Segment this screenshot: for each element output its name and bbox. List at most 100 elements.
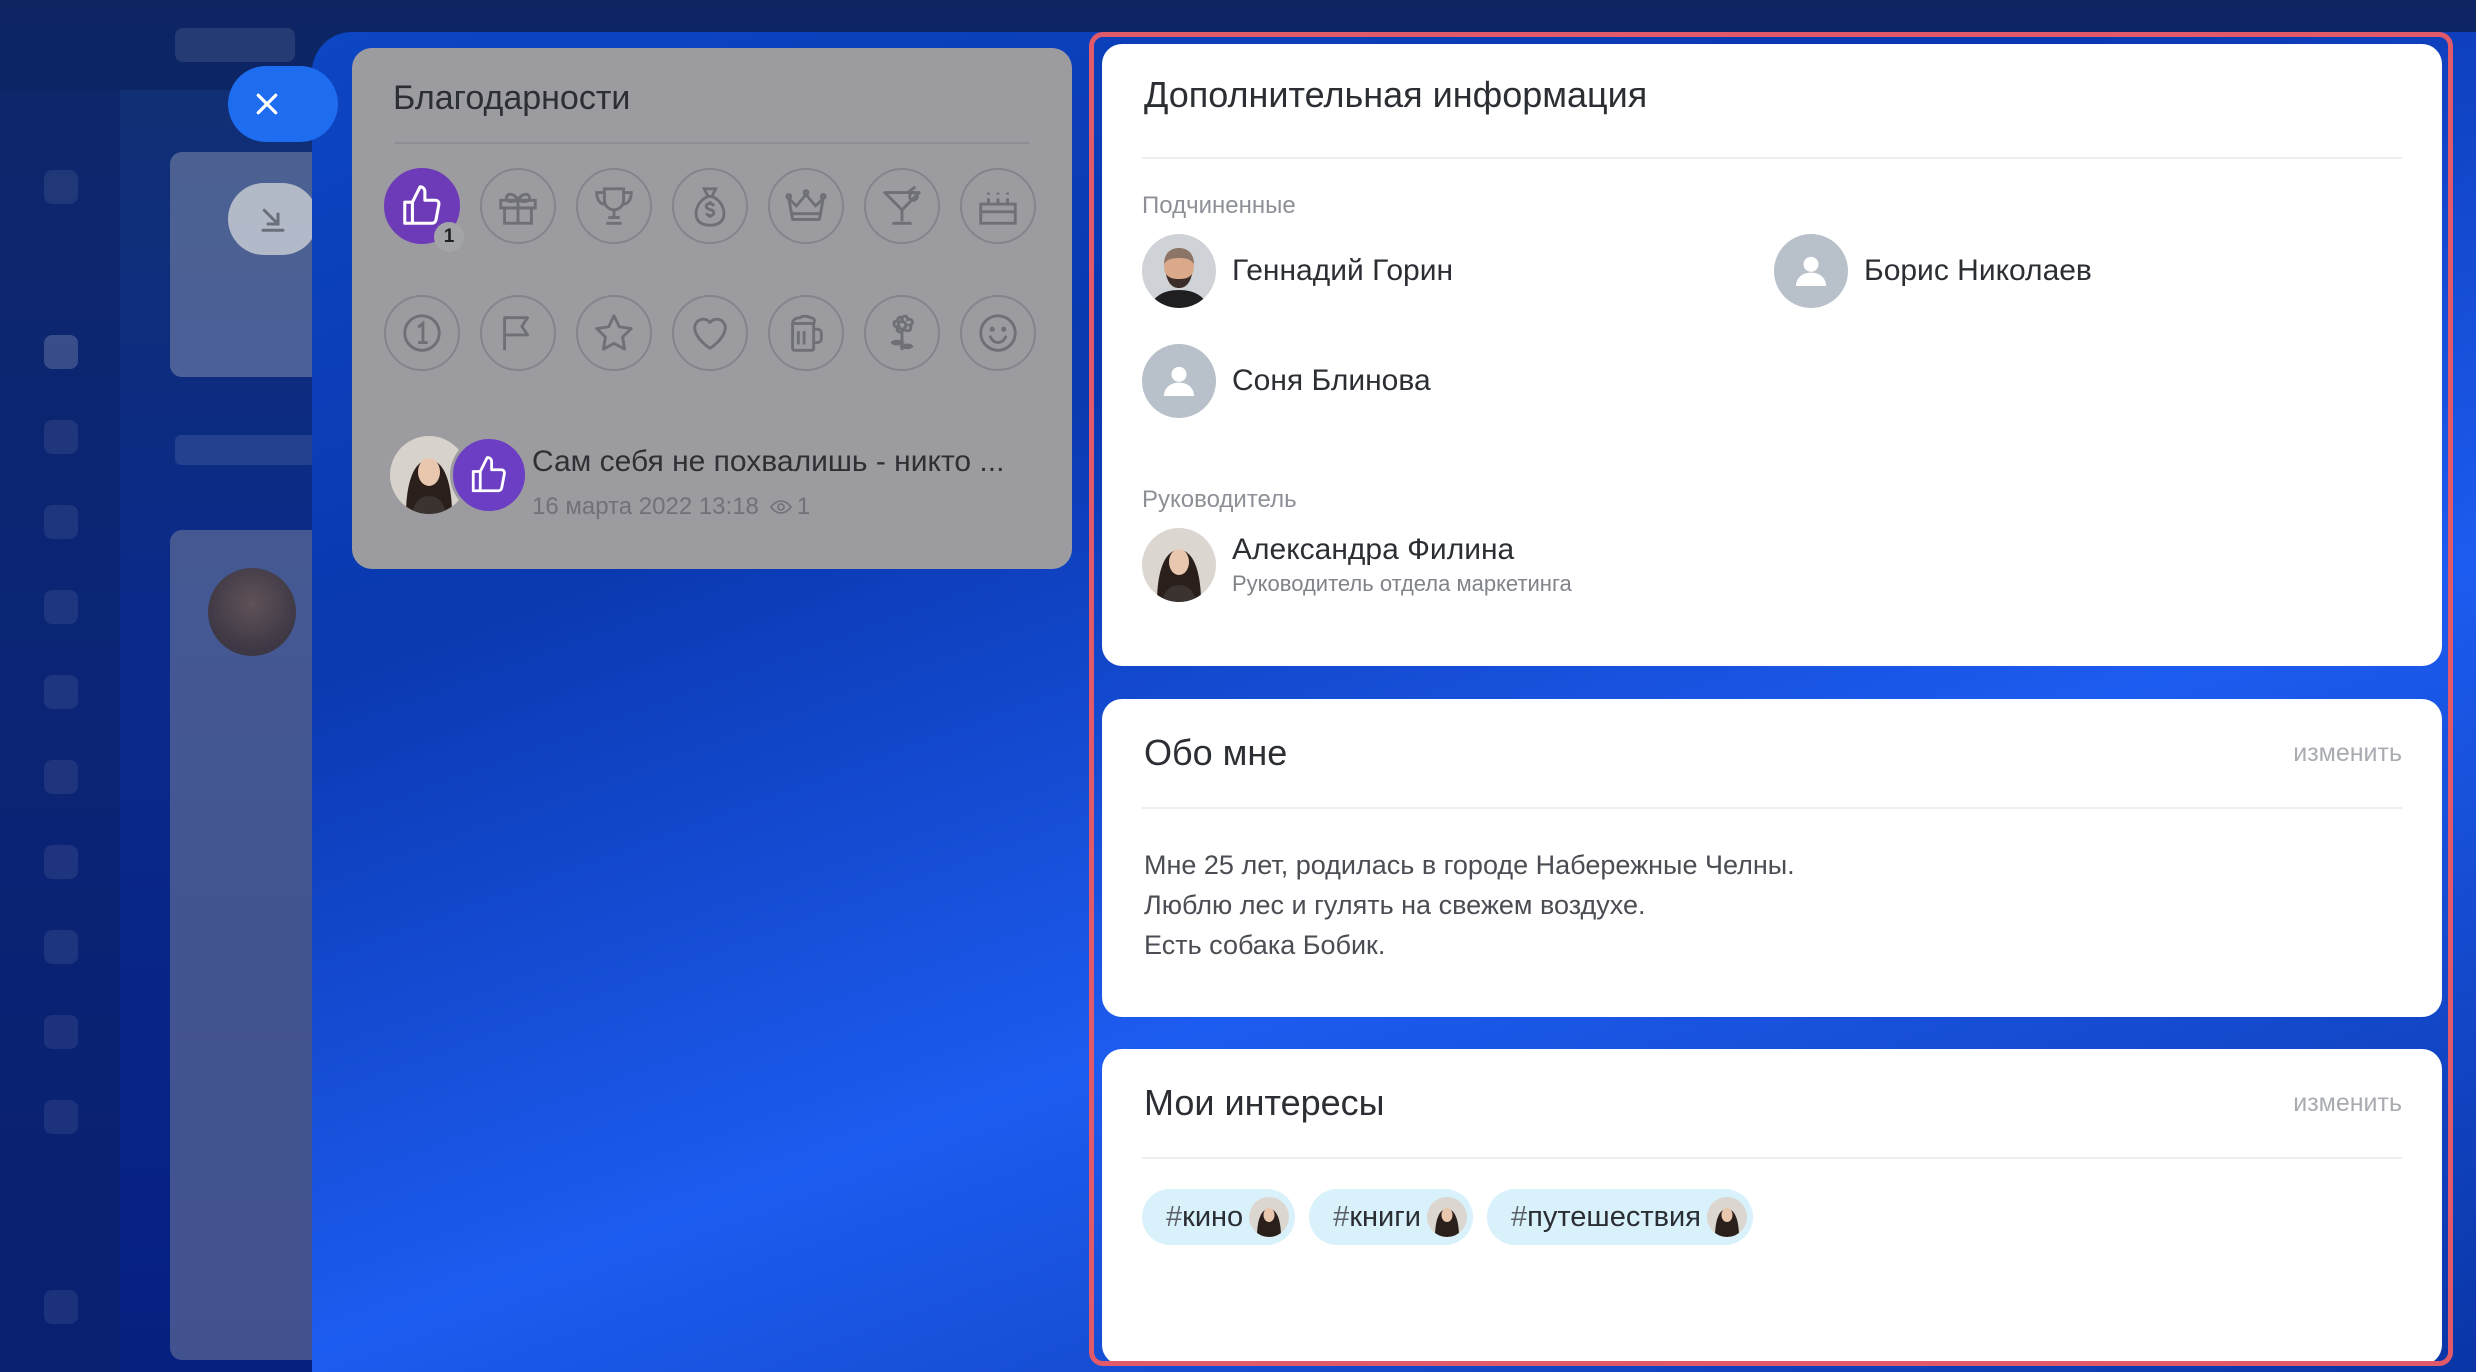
tag-text: книги [1349,1200,1421,1233]
tag-text: путешествия [1527,1200,1701,1233]
background-sidebar-icon [44,760,78,794]
flag-icon [503,316,530,351]
smile-icon [979,314,1017,352]
badge-count: 1 [434,222,464,252]
avatar [1249,1197,1290,1237]
background-logo [175,28,295,62]
badge-trophy[interactable] [576,168,652,244]
eye-icon [769,500,792,514]
cocktail-icon [883,185,921,225]
background-sidebar-icon [44,845,78,879]
like-icon [471,456,506,493]
avatar-placeholder [1774,234,1848,308]
thanks-post[interactable]: Сам себя не похвалишь - никто ... 16 мар… [390,436,1004,521]
interest-tag[interactable]: #книги [1309,1189,1473,1245]
beer-icon [791,314,823,352]
minimize-button[interactable] [228,183,318,255]
subordinates-label: Подчиненные [1142,192,1296,219]
manager-item[interactable]: Александра Филина Руководитель отдела ма… [1142,528,1572,602]
background-sidebar-icon [44,420,78,454]
star-icon [595,314,633,351]
trophy-icon [595,187,633,225]
tag-hash: # [1333,1200,1350,1233]
about-line: Мне 25 лет, родилась в городе Набережные… [1144,850,1795,880]
post-like-badge [450,436,528,514]
flower-icon [890,314,914,351]
background-sidebar-icon [44,505,78,539]
post-views: 1 [796,493,811,520]
collapse-arrow-icon [261,208,285,232]
avatar [1427,1197,1467,1237]
background-sidebar-icon [44,1100,78,1134]
badge-crown[interactable] [768,168,844,244]
additional-info-card: Дополнительная информация Подчиненные Ге… [1102,44,2442,666]
post-date: 16 марта 2022 13:18 [532,493,759,520]
interests-edit-link[interactable]: изменить [2293,1089,2402,1118]
tag-label: #путешествия [1511,1201,1701,1234]
badge-heart[interactable] [672,295,748,371]
user-icon [1164,366,1194,396]
user-icon [1796,256,1826,286]
about-header: Обо мне изменить [1102,699,2442,807]
post-body: Сам себя не похвалишь - никто ... 16 мар… [532,436,1004,521]
badge-number-one[interactable] [384,295,460,371]
post-meta: 16 марта 2022 13:18 1 [532,493,1004,521]
interests-header: Мои интересы изменить [1102,1049,2442,1157]
badge-gift[interactable] [480,168,556,244]
subordinate-item[interactable]: Геннадий Горин [1142,234,1453,308]
background-sidebar-icon [44,335,78,369]
tag-hash: # [1166,1200,1183,1233]
cake-icon [979,192,1017,225]
gift-icon [499,192,537,225]
heart-icon [693,317,727,350]
about-title: Обо мне [1144,732,1288,773]
badge-row [384,295,1054,371]
thanks-title: Благодарности [393,79,631,117]
person-name: Геннадий Горин [1232,254,1454,287]
about-text: Мне 25 лет, родилась в городе Набережные… [1102,809,2442,965]
interests-title: Мои интересы [1144,1082,1385,1123]
background-sidebar-icon [44,1290,78,1324]
crown-icon [785,189,827,221]
about-edit-link[interactable]: изменить [2293,739,2402,768]
interests-card: Мои интересы изменить #кино #книги #путе… [1102,1049,2442,1365]
background-sidebar-icon [44,930,78,964]
money-bag-icon [694,187,726,227]
background-sidebar-icon [44,675,78,709]
badge-cake[interactable] [960,168,1036,244]
interest-tag[interactable]: #путешествия [1487,1189,1753,1245]
badge-flag[interactable] [480,295,556,371]
number-one-icon [403,314,441,352]
about-card: Обо мне изменить Мне 25 лет, родилась в … [1102,699,2442,1017]
background-avatar [208,568,296,656]
background-text [175,435,315,465]
person-name: Александра Филина [1232,533,1515,566]
divider [395,142,1029,145]
tag-label: #кино [1166,1201,1243,1234]
avatar [1142,234,1216,308]
badge-star[interactable] [576,295,652,371]
badge-beer[interactable] [768,295,844,371]
badge-grid: 1 [384,168,1054,422]
about-line: Есть собака Бобик. [1144,930,1386,960]
divider [1142,157,2402,159]
close-icon [256,93,278,115]
tag-hash: # [1511,1200,1528,1233]
badge-like[interactable]: 1 [384,168,464,252]
background-sidebar-icon [44,590,78,624]
badge-smile[interactable] [960,295,1036,371]
tag-label: #книги [1333,1201,1421,1234]
post-title[interactable]: Сам себя не похвалишь - никто ... [532,442,1004,481]
subordinate-item[interactable]: Борис Николаев [1774,234,2092,308]
close-button[interactable] [228,66,338,142]
badge-flower[interactable] [864,295,940,371]
badge-money[interactable] [672,168,748,244]
interest-tag[interactable]: #кино [1142,1189,1296,1245]
subordinate-item[interactable]: Соня Блинова [1142,344,1431,418]
thanks-card: Благодарности 1 Сам себя не похвалишь - … [352,48,1072,569]
avatar [1142,528,1216,602]
person-position: Руководитель отдела маркетинга [1232,571,1572,596]
avatar [1706,1197,1747,1237]
badge-cocktail[interactable] [864,168,940,244]
info-title: Дополнительная информация [1144,74,1648,115]
